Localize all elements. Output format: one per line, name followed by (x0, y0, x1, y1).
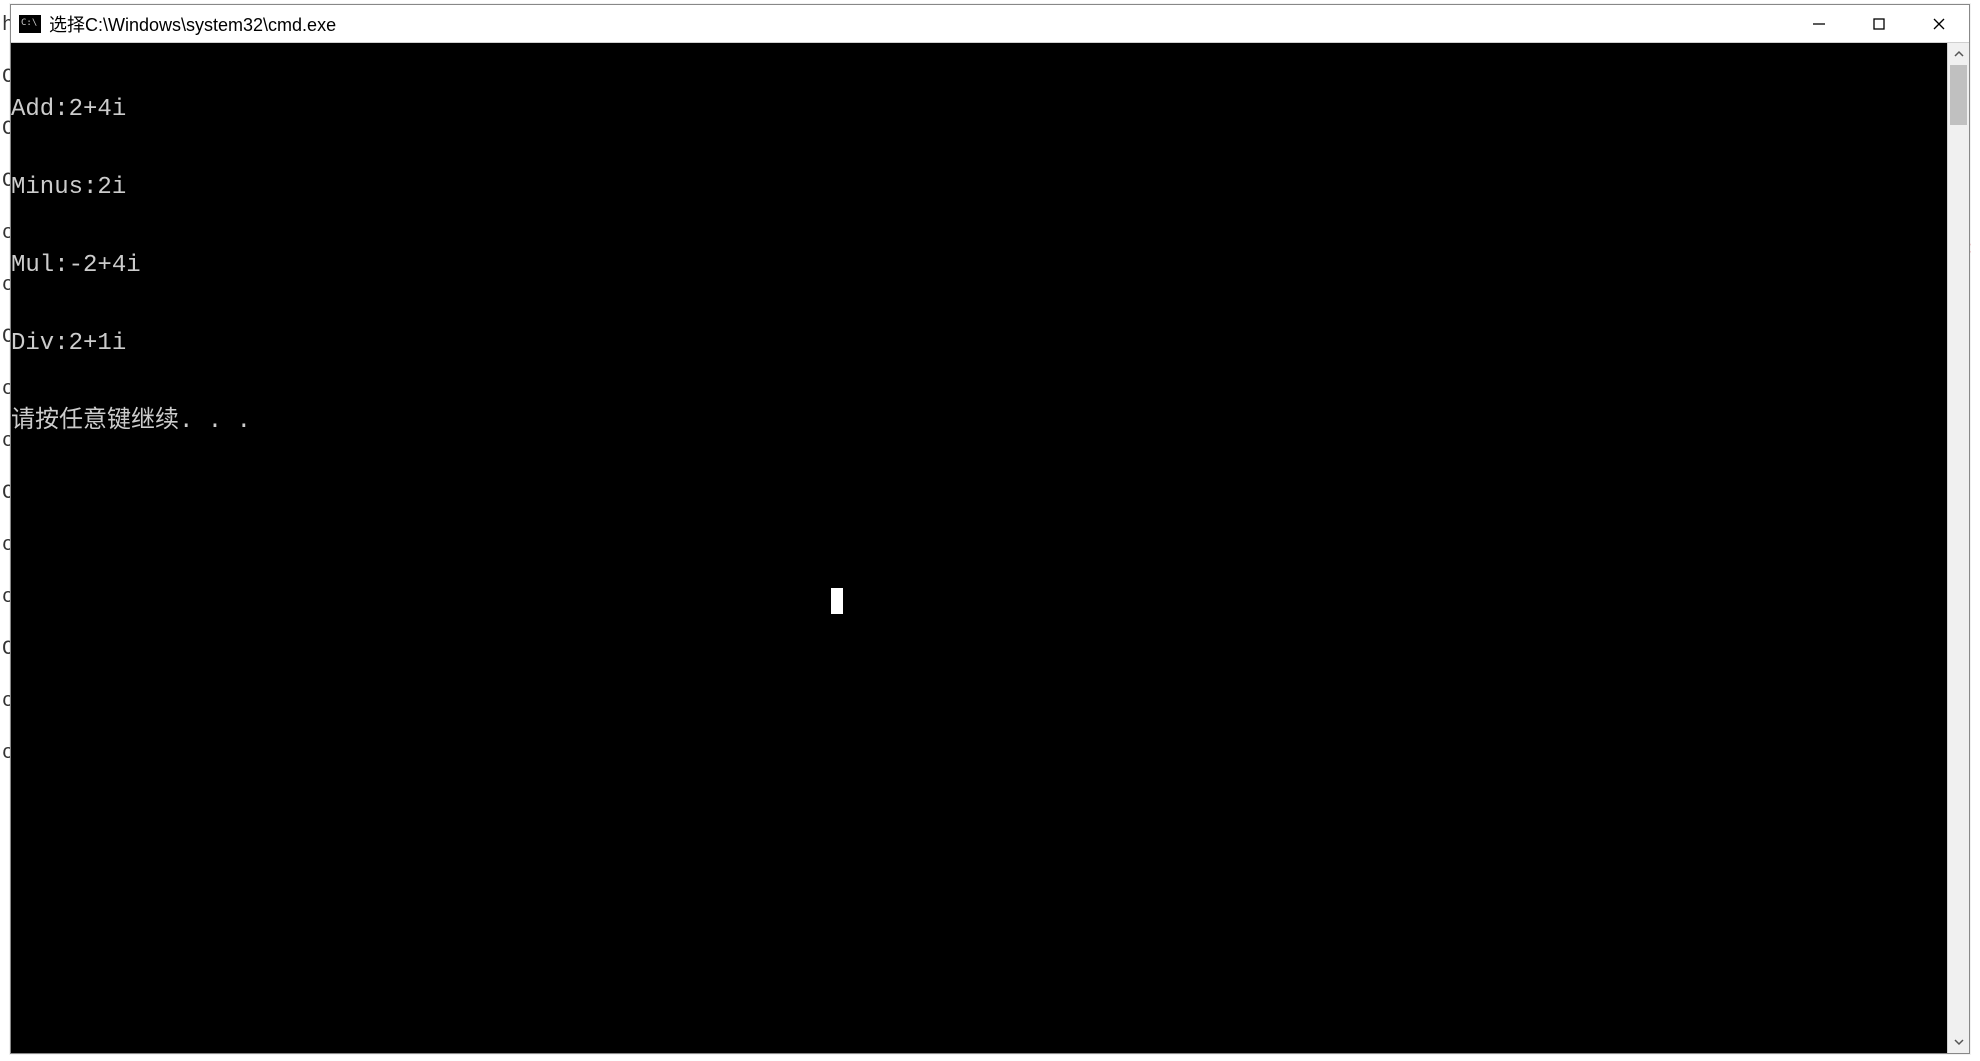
window-controls (1789, 5, 1969, 42)
cmd-icon (19, 15, 41, 33)
console-area: Add:2+4i Minus:2i Mul:-2+4i Div:2+1i 请按任… (11, 43, 1969, 1053)
window-title: 选择C:\Windows\system32\cmd.exe (49, 11, 336, 37)
cmd-window: 选择C:\Windows\system32\cmd.exe Add:2+4i M… (10, 4, 1970, 1054)
titlebar[interactable]: 选择C:\Windows\system32\cmd.exe (11, 5, 1969, 43)
console-content[interactable]: Add:2+4i Minus:2i Mul:-2+4i Div:2+1i 请按任… (11, 43, 1947, 1053)
text-cursor (831, 588, 843, 614)
chevron-down-icon (1954, 1037, 1964, 1047)
chevron-up-icon (1954, 49, 1964, 59)
maximize-button[interactable] (1849, 5, 1909, 42)
console-line: Mul:-2+4i (11, 253, 1947, 279)
console-line: Add:2+4i (11, 97, 1947, 123)
scroll-up-button[interactable] (1948, 43, 1969, 65)
scroll-down-button[interactable] (1948, 1031, 1969, 1053)
console-line: 请按任意键继续. . . (11, 409, 1947, 435)
console-line: Div:2+1i (11, 331, 1947, 357)
vertical-scrollbar[interactable] (1947, 43, 1969, 1053)
close-icon (1932, 17, 1946, 31)
console-line: Minus:2i (11, 175, 1947, 201)
minimize-icon (1812, 17, 1826, 31)
scroll-track[interactable] (1948, 65, 1969, 1031)
close-button[interactable] (1909, 5, 1969, 42)
maximize-icon (1872, 17, 1886, 31)
scroll-thumb[interactable] (1950, 65, 1967, 125)
minimize-button[interactable] (1789, 5, 1849, 42)
